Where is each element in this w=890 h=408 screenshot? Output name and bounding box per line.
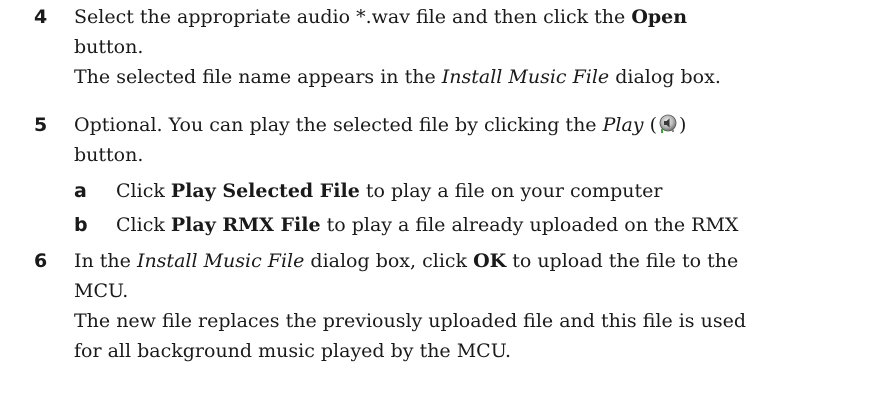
- step-text: to upload the file to the: [506, 250, 739, 272]
- step-result: for all background music played by the M…: [74, 340, 512, 362]
- step-line: In the Install Music File dialog box, cl…: [74, 246, 854, 276]
- dialog-name: Install Music File: [136, 250, 305, 272]
- step-line: Optional. You can play the selected file…: [74, 110, 854, 140]
- step-number: 5: [34, 114, 48, 136]
- paren: ): [678, 114, 687, 136]
- play-speaker-icon: [658, 113, 678, 133]
- step-text: dialog box.: [609, 66, 721, 88]
- step-number: 4: [34, 6, 48, 28]
- step-text: Optional. You can play the selected file…: [74, 114, 603, 136]
- step-text: Click: [116, 180, 171, 202]
- ok-button-label: OK: [473, 250, 507, 272]
- step-body: Select the appropriate audio *.wav file …: [74, 2, 854, 92]
- step-body: Optional. You can play the selected file…: [74, 110, 854, 170]
- dialog-name: Install Music File: [441, 66, 610, 88]
- step-line: button.: [74, 144, 144, 166]
- step-line: Select the appropriate audio *.wav file …: [74, 2, 854, 32]
- play-button-label: Play: [602, 114, 644, 136]
- step-result: The new file replaces the previously upl…: [74, 310, 746, 332]
- step-text: In the: [74, 250, 137, 272]
- step-body: In the Install Music File dialog box, cl…: [74, 246, 854, 366]
- step-line: MCU.: [74, 280, 129, 302]
- step-number: 6: [34, 250, 48, 272]
- step-result: The selected file name appears in the In…: [74, 62, 854, 92]
- step-text: The selected file name appears in the: [74, 66, 442, 88]
- step-line: button.: [74, 36, 144, 58]
- substep-text: Click Play RMX File to play a file alrea…: [116, 210, 856, 240]
- step-text: Select the appropriate audio *.wav file …: [74, 6, 632, 28]
- paren: (: [643, 114, 657, 136]
- substep-text: Click Play Selected File to play a file …: [116, 176, 856, 206]
- play-selected-file-label: Play Selected File: [170, 180, 360, 202]
- step-text: dialog box, click: [304, 250, 474, 272]
- step-text: Click: [116, 214, 171, 236]
- step-text: to play a file on your computer: [359, 180, 663, 202]
- manual-page: 4 Select the appropriate audio *.wav fil…: [0, 0, 890, 408]
- open-button-label: Open: [631, 6, 688, 28]
- play-rmx-file-label: Play RMX File: [170, 214, 321, 236]
- step-text: to play a file already uploaded on the R…: [320, 214, 739, 236]
- substep-letter: b: [74, 214, 88, 236]
- substep-letter: a: [74, 180, 87, 202]
